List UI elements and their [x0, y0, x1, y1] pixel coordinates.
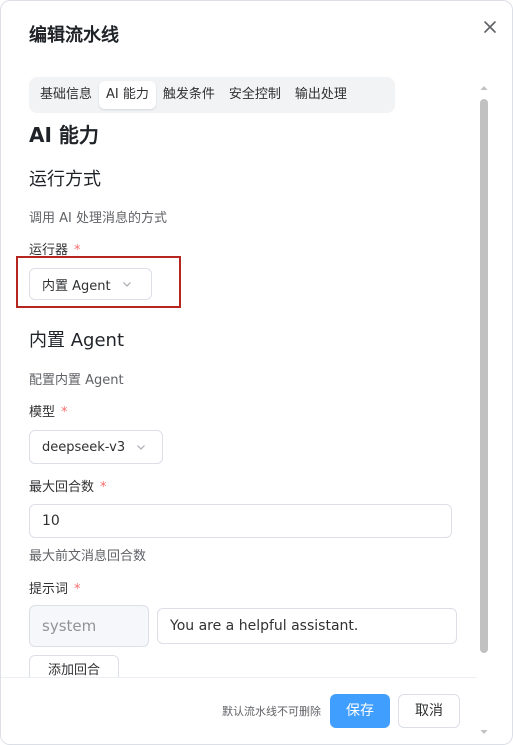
model-label: 模型 * [29, 405, 68, 421]
footer-note: 默认流水线不可删除 [222, 705, 321, 718]
run-mode-desc: 调用 AI 处理消息的方式 [29, 211, 167, 226]
tab-ai-capability[interactable]: AI 能力 [99, 81, 156, 109]
scroll-up-arrow-icon[interactable] [479, 83, 489, 93]
dialog-title: 编辑流水线 [29, 25, 119, 46]
runner-select[interactable]: 内置 Agent [29, 268, 152, 300]
model-select[interactable]: deepseek-v3 [29, 430, 163, 464]
scrollbar-thumb[interactable] [480, 99, 488, 653]
max-rounds-input[interactable]: 10 [29, 504, 452, 538]
max-rounds-label-text: 最大回合数 [29, 480, 95, 495]
max-rounds-label: 最大回合数 * [29, 480, 107, 496]
required-mark: * [74, 243, 81, 258]
scrollbar[interactable] [479, 83, 489, 743]
agent-section-desc: 配置内置 Agent [29, 373, 124, 388]
required-mark: * [61, 405, 68, 420]
edit-pipeline-dialog: 编辑流水线 基础信息 AI 能力 触发条件 安全控制 输出处理 AI 能力 运行… [0, 0, 513, 745]
agent-section-title: 内置 Agent [29, 330, 125, 351]
chevron-down-icon [122, 282, 131, 287]
close-icon [484, 21, 496, 33]
run-mode-title: 运行方式 [29, 169, 101, 190]
tab-bar: 基础信息 AI 能力 触发条件 安全控制 输出处理 [29, 77, 395, 113]
prompt-content-input[interactable]: You are a helpful assistant. [157, 608, 457, 644]
model-select-value: deepseek-v3 [42, 439, 126, 455]
cancel-button[interactable]: 取消 [398, 694, 460, 728]
prompt-label: 提示词 * [29, 582, 81, 598]
runner-label-text: 运行器 [29, 243, 69, 258]
chevron-down-icon [137, 445, 146, 450]
prompt-role-field: system [29, 605, 149, 647]
save-button[interactable]: 保存 [330, 694, 390, 728]
max-rounds-hint: 最大前文消息回合数 [29, 549, 147, 564]
tab-trigger-conditions[interactable]: 触发条件 [156, 81, 222, 109]
required-mark: * [74, 582, 81, 597]
runner-select-value: 内置 Agent [42, 278, 111, 294]
required-mark: * [100, 480, 107, 495]
prompt-label-text: 提示词 [29, 582, 69, 597]
scroll-down-arrow-icon[interactable] [479, 727, 489, 737]
model-label-text: 模型 [29, 405, 56, 420]
tab-basic-info[interactable]: 基础信息 [33, 81, 99, 109]
dialog-footer: 默认流水线不可删除 保存 取消 [1, 677, 477, 744]
page-title: AI 能力 [29, 123, 99, 147]
runner-label: 运行器 * [29, 243, 81, 259]
close-button[interactable] [479, 16, 501, 38]
tab-output-processing[interactable]: 输出处理 [288, 81, 354, 109]
tab-security-control[interactable]: 安全控制 [222, 81, 288, 109]
